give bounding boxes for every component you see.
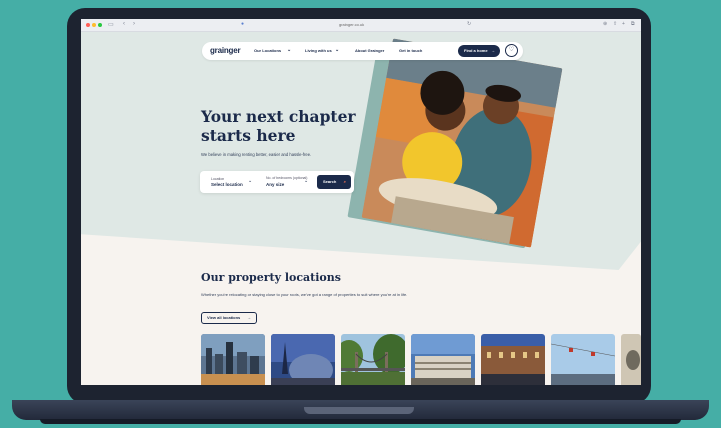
top-navigation: grainger Our Locations ⌄ Living with us … [202, 42, 523, 60]
location-card-city-skyline[interactable] [201, 334, 265, 385]
nav-get-in-touch[interactable]: Get in touch [399, 48, 422, 53]
share-icon[interactable]: ⇧ [613, 21, 617, 27]
grainger-logo[interactable]: grainger [210, 46, 241, 55]
search-icon: ⌕ [343, 179, 346, 184]
headline-line-1: Your next chapter [201, 107, 356, 126]
nav-living-with-us[interactable]: Living with us [305, 48, 332, 53]
hero-photo [361, 38, 563, 248]
minimize-window-dot[interactable] [92, 23, 96, 27]
locations-heading: Our property locations [201, 271, 341, 284]
search-button-label: Search [323, 179, 337, 184]
close-window-dot[interactable] [86, 23, 90, 27]
back-icon[interactable]: ‹ [123, 21, 125, 27]
headline-line-2: starts here [201, 126, 296, 145]
tabs-icon[interactable]: ⧉ [631, 21, 635, 27]
chevron-down-icon: ⌄ [335, 47, 340, 53]
property-search-bar: Location Select location ⌄ No. of bedroo… [200, 171, 354, 193]
address-bar[interactable]: grainger.co.uk [339, 22, 364, 27]
search-button[interactable]: Search ⌕ [317, 175, 351, 189]
browser-toolbar: ▭ ‹ › ● grainger.co.uk ↻ ⊕ ⇧ + ⧉ [81, 19, 641, 32]
location-card-suspension-bridge[interactable] [341, 334, 405, 385]
forward-icon[interactable]: › [133, 21, 135, 27]
arrow-right-icon: → [247, 315, 251, 320]
locations-subtitle: Whether you're relocating or staying clo… [201, 292, 408, 297]
location-card-modern-building[interactable] [271, 334, 335, 385]
chevron-down-icon: ⌄ [248, 178, 253, 184]
reload-icon[interactable]: ↻ [467, 21, 471, 27]
shield-icon: ● [241, 21, 245, 27]
location-card-historic-street[interactable] [481, 334, 545, 385]
hero-subtitle: We believe in making renting better, eas… [201, 152, 312, 157]
laptop-foot [40, 419, 681, 424]
bedrooms-label: No. of bedrooms (optional) [266, 176, 308, 180]
arrow-right-icon: → [491, 48, 495, 53]
location-label: Location [211, 177, 225, 181]
location-carousel [201, 334, 641, 385]
find-a-home-label: Find a home [464, 48, 488, 53]
hero-headline: Your next chapter starts here [201, 107, 361, 145]
heart-icon: ♡ [508, 47, 515, 53]
location-card-arena-building[interactable] [411, 334, 475, 385]
maximize-window-dot[interactable] [98, 23, 102, 27]
download-icon[interactable]: ⊕ [603, 21, 607, 27]
location-card-partial[interactable] [621, 334, 641, 385]
location-select[interactable]: Select location [211, 182, 243, 187]
nav-about-grainger[interactable]: About Grainger [355, 48, 384, 53]
find-a-home-button[interactable]: Find a home → [458, 45, 500, 57]
bedrooms-select[interactable]: Any size [266, 182, 284, 187]
view-all-locations-button[interactable]: View all locations → [201, 312, 257, 324]
laptop-notch [304, 407, 414, 414]
sidebar-icon[interactable]: ▭ [108, 21, 114, 28]
view-all-label: View all locations [207, 315, 241, 320]
chevron-down-icon: ⌄ [304, 178, 309, 184]
new-tab-icon[interactable]: + [622, 21, 625, 27]
chevron-down-icon: ⌄ [287, 47, 292, 53]
location-card-cable-car[interactable] [551, 334, 615, 385]
browser-screen: ▭ ‹ › ● grainger.co.uk ↻ ⊕ ⇧ + ⧉ grainge… [81, 19, 641, 385]
favourites-button[interactable]: ♡ [505, 44, 518, 57]
nav-our-locations[interactable]: Our Locations [254, 48, 281, 53]
